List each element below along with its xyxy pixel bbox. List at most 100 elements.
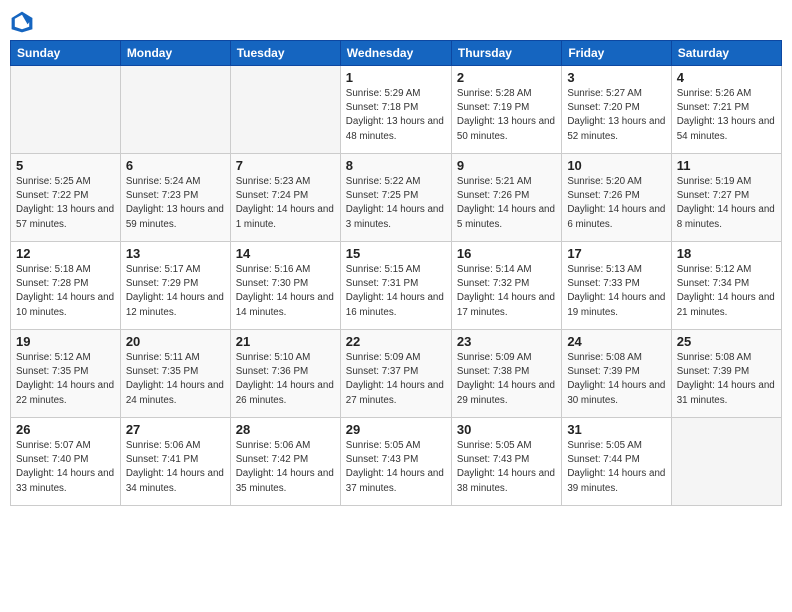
day-info: Sunrise: 5:21 AMSunset: 7:26 PMDaylight:… (457, 175, 556, 232)
calendar-cell: 2 Sunrise: 5:28 AMSunset: 7:19 PMDaylight… (451, 66, 561, 154)
day-info: Sunrise: 5:25 AMSunset: 7:22 PMDaylight:… (16, 175, 115, 232)
day-number: 23 (457, 334, 556, 349)
day-info: Sunrise: 5:09 AMSunset: 7:37 PMDaylight:… (346, 351, 446, 408)
day-info: Sunrise: 5:08 AMSunset: 7:39 PMDaylight:… (567, 351, 665, 408)
calendar-cell: 1 Sunrise: 5:29 AMSunset: 7:18 PMDaylight… (340, 66, 451, 154)
day-number: 4 (677, 70, 776, 85)
day-number: 24 (567, 334, 665, 349)
day-number: 15 (346, 246, 446, 261)
calendar-cell: 6 Sunrise: 5:24 AMSunset: 7:23 PMDaylight… (120, 154, 230, 242)
calendar-cell: 8 Sunrise: 5:22 AMSunset: 7:25 PMDaylight… (340, 154, 451, 242)
day-info: Sunrise: 5:05 AMSunset: 7:43 PMDaylight:… (346, 439, 446, 496)
calendar-cell: 22 Sunrise: 5:09 AMSunset: 7:37 PMDayligh… (340, 330, 451, 418)
day-info: Sunrise: 5:28 AMSunset: 7:19 PMDaylight:… (457, 87, 556, 144)
day-info: Sunrise: 5:26 AMSunset: 7:21 PMDaylight:… (677, 87, 776, 144)
day-number: 10 (567, 158, 665, 173)
day-info: Sunrise: 5:22 AMSunset: 7:25 PMDaylight:… (346, 175, 446, 232)
day-number: 14 (236, 246, 335, 261)
calendar-cell: 4 Sunrise: 5:26 AMSunset: 7:21 PMDaylight… (671, 66, 781, 154)
weekday-friday: Friday (562, 41, 671, 66)
day-info: Sunrise: 5:18 AMSunset: 7:28 PMDaylight:… (16, 263, 115, 320)
calendar-cell: 31Sunrise: 5:05 AMSunset: 7:44 PMDayligh… (562, 418, 671, 506)
calendar-cell: 19Sunrise: 5:12 AMSunset: 7:35 PMDayligh… (11, 330, 121, 418)
day-number: 22 (346, 334, 446, 349)
day-info: Sunrise: 5:06 AMSunset: 7:42 PMDaylight:… (236, 439, 335, 496)
day-number: 9 (457, 158, 556, 173)
day-number: 16 (457, 246, 556, 261)
calendar-cell: 5 Sunrise: 5:25 AMSunset: 7:22 PMDaylight… (11, 154, 121, 242)
day-info: Sunrise: 5:11 AMSunset: 7:35 PMDaylight:… (126, 351, 225, 408)
day-info: Sunrise: 5:24 AMSunset: 7:23 PMDaylight:… (126, 175, 225, 232)
weekday-monday: Monday (120, 41, 230, 66)
calendar-cell (671, 418, 781, 506)
day-info: Sunrise: 5:27 AMSunset: 7:20 PMDaylight:… (567, 87, 665, 144)
day-info: Sunrise: 5:15 AMSunset: 7:31 PMDaylight:… (346, 263, 446, 320)
day-info: Sunrise: 5:12 AMSunset: 7:34 PMDaylight:… (677, 263, 776, 320)
day-number: 29 (346, 422, 446, 437)
day-number: 25 (677, 334, 776, 349)
day-number: 2 (457, 70, 556, 85)
calendar-cell: 16Sunrise: 5:14 AMSunset: 7:32 PMDayligh… (451, 242, 561, 330)
calendar-cell: 21 Sunrise: 5:10 AMSunset: 7:36 PMDayligh… (230, 330, 340, 418)
calendar-cell: 28 Sunrise: 5:06 AMSunset: 7:42 PMDayligh… (230, 418, 340, 506)
day-number: 28 (236, 422, 335, 437)
calendar-cell: 24 Sunrise: 5:08 AMSunset: 7:39 PMDayligh… (562, 330, 671, 418)
calendar-cell: 14 Sunrise: 5:16 AMSunset: 7:30 PMDayligh… (230, 242, 340, 330)
day-number: 26 (16, 422, 115, 437)
calendar-cell (120, 66, 230, 154)
weekday-sunday: Sunday (11, 41, 121, 66)
weekday-tuesday: Tuesday (230, 41, 340, 66)
calendar-cell: 9 Sunrise: 5:21 AMSunset: 7:26 PMDaylight… (451, 154, 561, 242)
calendar-cell: 11 Sunrise: 5:19 AMSunset: 7:27 PMDayligh… (671, 154, 781, 242)
calendar-cell (11, 66, 121, 154)
calendar-cell: 18 Sunrise: 5:12 AMSunset: 7:34 PMDayligh… (671, 242, 781, 330)
day-info: Sunrise: 5:23 AMSunset: 7:24 PMDaylight:… (236, 175, 335, 232)
day-number: 1 (346, 70, 446, 85)
day-number: 6 (126, 158, 225, 173)
day-info: Sunrise: 5:17 AMSunset: 7:29 PMDaylight:… (126, 263, 225, 320)
day-number: 11 (677, 158, 776, 173)
calendar-cell: 12 Sunrise: 5:18 AMSunset: 7:28 PMDayligh… (11, 242, 121, 330)
logo (10, 10, 38, 34)
day-number: 3 (567, 70, 665, 85)
day-number: 5 (16, 158, 115, 173)
weekday-thursday: Thursday (451, 41, 561, 66)
day-number: 13 (126, 246, 225, 261)
calendar-cell: 15 Sunrise: 5:15 AMSunset: 7:31 PMDayligh… (340, 242, 451, 330)
weekday-saturday: Saturday (671, 41, 781, 66)
day-info: Sunrise: 5:10 AMSunset: 7:36 PMDaylight:… (236, 351, 335, 408)
day-number: 8 (346, 158, 446, 173)
day-number: 17 (567, 246, 665, 261)
day-info: Sunrise: 5:08 AMSunset: 7:39 PMDaylight:… (677, 351, 776, 408)
day-info: Sunrise: 5:09 AMSunset: 7:38 PMDaylight:… (457, 351, 556, 408)
calendar-week-2: 5 Sunrise: 5:25 AMSunset: 7:22 PMDaylight… (11, 154, 782, 242)
calendar-cell: 3 Sunrise: 5:27 AMSunset: 7:20 PMDaylight… (562, 66, 671, 154)
day-number: 31 (567, 422, 665, 437)
calendar-cell: 27 Sunrise: 5:06 AMSunset: 7:41 PMDayligh… (120, 418, 230, 506)
day-number: 12 (16, 246, 115, 261)
day-info: Sunrise: 5:12 AMSunset: 7:35 PMDaylight:… (16, 351, 115, 408)
page-header (10, 10, 782, 34)
calendar-week-4: 19Sunrise: 5:12 AMSunset: 7:35 PMDayligh… (11, 330, 782, 418)
calendar-cell: 10Sunrise: 5:20 AMSunset: 7:26 PMDayligh… (562, 154, 671, 242)
day-info: Sunrise: 5:16 AMSunset: 7:30 PMDaylight:… (236, 263, 335, 320)
weekday-header-row: SundayMondayTuesdayWednesdayThursdayFrid… (11, 41, 782, 66)
calendar-cell: 26Sunrise: 5:07 AMSunset: 7:40 PMDayligh… (11, 418, 121, 506)
calendar-cell: 7Sunrise: 5:23 AMSunset: 7:24 PMDaylight… (230, 154, 340, 242)
calendar-cell: 17 Sunrise: 5:13 AMSunset: 7:33 PMDayligh… (562, 242, 671, 330)
day-number: 18 (677, 246, 776, 261)
day-number: 30 (457, 422, 556, 437)
logo-icon (10, 10, 34, 34)
calendar-week-1: 1 Sunrise: 5:29 AMSunset: 7:18 PMDaylight… (11, 66, 782, 154)
day-info: Sunrise: 5:19 AMSunset: 7:27 PMDaylight:… (677, 175, 776, 232)
calendar-cell: 29 Sunrise: 5:05 AMSunset: 7:43 PMDayligh… (340, 418, 451, 506)
day-number: 21 (236, 334, 335, 349)
calendar-cell: 30Sunrise: 5:05 AMSunset: 7:43 PMDayligh… (451, 418, 561, 506)
calendar-cell: 13 Sunrise: 5:17 AMSunset: 7:29 PMDayligh… (120, 242, 230, 330)
day-info: Sunrise: 5:13 AMSunset: 7:33 PMDaylight:… (567, 263, 665, 320)
day-info: Sunrise: 5:06 AMSunset: 7:41 PMDaylight:… (126, 439, 225, 496)
calendar-cell: 20Sunrise: 5:11 AMSunset: 7:35 PMDayligh… (120, 330, 230, 418)
calendar-cell (230, 66, 340, 154)
day-info: Sunrise: 5:29 AMSunset: 7:18 PMDaylight:… (346, 87, 446, 144)
day-number: 27 (126, 422, 225, 437)
